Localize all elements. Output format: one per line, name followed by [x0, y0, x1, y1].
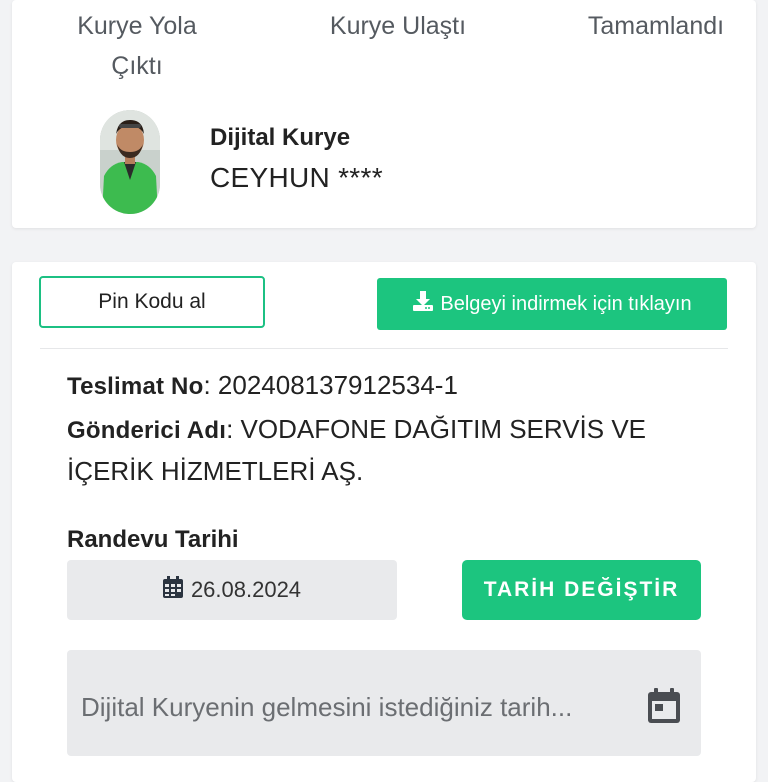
courier-name: CEYHUN **** — [210, 162, 383, 193]
download-icon — [412, 290, 434, 318]
download-document-button[interactable]: Belgeyi indirmek için tıklayın — [377, 278, 727, 330]
divider — [40, 348, 728, 349]
change-date-label: TARİH DEĞİŞTİR — [483, 578, 680, 601]
status-step-completed: Tamamlandı — [587, 12, 725, 40]
change-date-button[interactable]: TARİH DEĞİŞTİR — [462, 560, 701, 620]
courier-avatar — [100, 110, 160, 214]
delivery-number-value: 202408137912534-1 — [217, 370, 458, 400]
get-pin-code-button[interactable]: Pin Kodu al — [39, 276, 265, 328]
status-step-on-the-way: Kurye Yola Çıktı — [77, 12, 197, 80]
appointment-date-display: 26.08.2024 — [67, 560, 397, 620]
calendar-icon[interactable] — [647, 688, 681, 729]
appointment-date-label: Randevu Tarihi — [67, 526, 239, 553]
get-pin-code-label: Pin Kodu al — [98, 290, 206, 313]
preferred-date-input[interactable]: Dijital Kuryenin gelmesini istediğiniz t… — [67, 650, 701, 756]
status-step-arrived: Kurye Ulaştı — [329, 12, 467, 40]
courier-title: Dijital Kurye — [210, 124, 351, 151]
calendar-icon — [162, 576, 183, 604]
sender-name-label: Gönderici Adı — [67, 417, 227, 444]
delivery-details-card: Pin Kodu al Belgeyi indirmek için tıklay… — [12, 262, 756, 782]
sender-name-row: Gönderici Adı: VODAFONE DAĞITIM SERVİS V… — [67, 414, 647, 486]
delivery-number-label: Teslimat No — [67, 373, 204, 400]
courier-status-card: Kurye Yola Çıktı Kurye Ulaştı Tamamlandı… — [12, 0, 756, 228]
download-document-label: Belgeyi indirmek için tıklayın — [440, 292, 692, 315]
appointment-date-value: 26.08.2024 — [190, 577, 302, 602]
preferred-date-placeholder: Dijital Kuryenin gelmesini istediğiniz t… — [81, 692, 573, 722]
delivery-number-row: Teslimat No: 202408137912534-1 — [67, 370, 458, 400]
